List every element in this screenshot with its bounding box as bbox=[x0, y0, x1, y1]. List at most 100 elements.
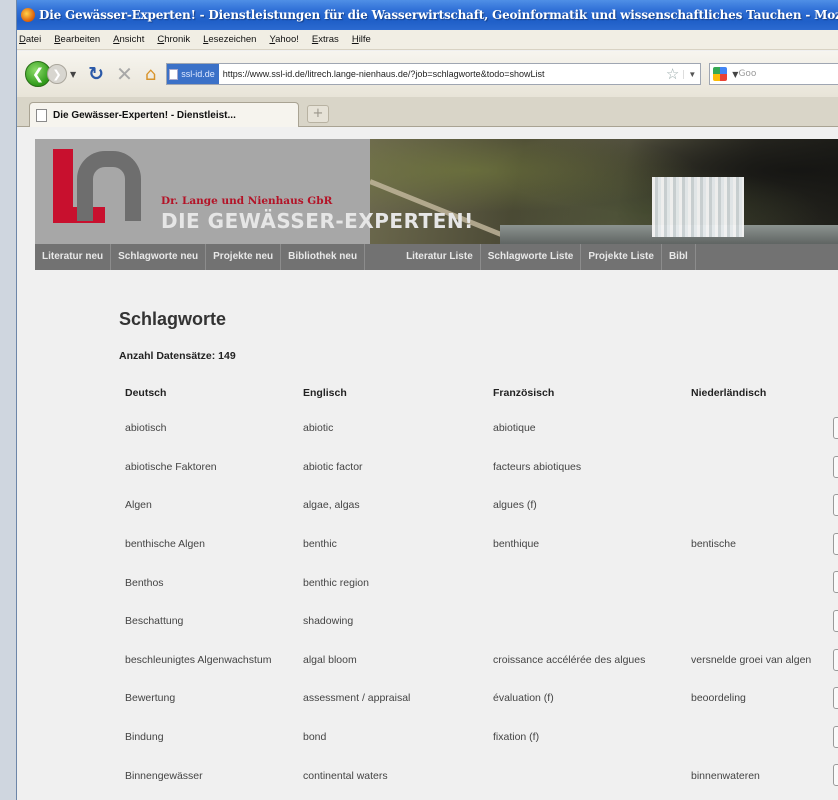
row-edit-button[interactable] bbox=[833, 725, 838, 748]
tab-label: Die Gewässer-Experten! - Dienstleist... bbox=[53, 109, 236, 121]
cell-deutsch: abiotisch bbox=[125, 422, 167, 435]
cell-niederlaendisch: binnenwateren bbox=[691, 769, 760, 782]
row-edit-button[interactable] bbox=[833, 532, 838, 555]
cell-englisch: benthic region bbox=[303, 576, 369, 589]
table-row: abiotische Faktoren abiotic factor facteur… bbox=[119, 448, 838, 487]
table-row: Bindung bond fixation (f) bbox=[119, 718, 838, 757]
cell-englisch: abiotic factor bbox=[303, 460, 363, 473]
nav-bibliothek-neu[interactable]: Bibliothek neu bbox=[281, 244, 366, 270]
tab-strip: Die Gewässer-Experten! - Dienstleist... … bbox=[17, 97, 838, 127]
table-row: Bewertung assessment / appraisal évaluatio… bbox=[119, 679, 838, 718]
nav-literatur-liste[interactable]: Literatur Liste bbox=[399, 244, 481, 270]
cell-englisch: bond bbox=[303, 731, 327, 744]
new-tab-button[interactable]: + bbox=[307, 105, 329, 123]
record-count: Anzahl Datensätze: 149 bbox=[119, 350, 236, 362]
row-edit-button[interactable] bbox=[833, 648, 838, 671]
cell-deutsch: Binnengewässer bbox=[125, 769, 203, 782]
site-navigation: Literatur neu Schlagworte neu Projekte n… bbox=[35, 244, 838, 270]
row-edit-button[interactable] bbox=[833, 764, 838, 787]
url-text[interactable]: https://www.ssl-id.de/litrech.lange-nien… bbox=[223, 69, 662, 79]
cell-deutsch: Algen bbox=[125, 499, 152, 512]
site-identity-badge[interactable]: ssl-id.de bbox=[167, 64, 219, 84]
nav-bibliothek-liste[interactable]: Bibl bbox=[662, 244, 696, 270]
table-body: abiotisch abiotic abiotique abiotische Fakt… bbox=[119, 409, 838, 795]
page-content: Dr. Lange und Nienhaus GbR DIE GEWÄSSER-… bbox=[17, 127, 838, 800]
home-icon[interactable]: ⌂ bbox=[145, 64, 156, 85]
cell-deutsch: Beschattung bbox=[125, 615, 184, 628]
cell-deutsch: benthische Algen bbox=[125, 538, 205, 551]
header-englisch: Englisch bbox=[303, 387, 347, 399]
cell-niederlaendisch: bentische bbox=[691, 538, 736, 551]
cell-deutsch: Bindung bbox=[125, 731, 164, 744]
cell-franzoesisch: facteurs abiotiques bbox=[493, 460, 582, 473]
cell-franzoesisch: évaluation (f) bbox=[493, 692, 554, 705]
row-edit-button[interactable] bbox=[833, 571, 838, 594]
header-niederlaendisch: Niederländisch bbox=[691, 387, 767, 399]
cell-franzoesisch: benthique bbox=[493, 538, 540, 551]
nav-projekte-liste[interactable]: Projekte Liste bbox=[581, 244, 662, 270]
cell-franzoesisch: croissance accélérée des algues bbox=[493, 653, 646, 666]
menu-extras[interactable]: Extras bbox=[312, 34, 339, 45]
table-header: Deutsch Englisch Französisch Niederländi… bbox=[119, 379, 838, 409]
cell-franzoesisch: fixation (f) bbox=[493, 731, 540, 744]
nav-schlagworte-liste[interactable]: Schlagworte Liste bbox=[481, 244, 582, 270]
table-row: benthische Algen benthic benthique bentisch… bbox=[119, 525, 838, 564]
table-row: Benthos benthic region bbox=[119, 563, 838, 602]
history-dropdown-icon[interactable]: ▼ bbox=[70, 70, 76, 79]
photo-waterfall bbox=[652, 177, 744, 237]
menu-datei[interactable]: Datei bbox=[19, 34, 41, 45]
menu-lesezeichen[interactable]: Lesezeichen bbox=[203, 34, 256, 45]
cell-niederlaendisch: beoordeling bbox=[691, 692, 746, 705]
url-bar[interactable]: ssl-id.de https://www.ssl-id.de/litrech.… bbox=[166, 63, 702, 85]
arrow-right-icon: ❯ bbox=[52, 67, 62, 81]
cell-englisch: algal bloom bbox=[303, 653, 357, 666]
table-row: Beschattung shadowing bbox=[119, 602, 838, 641]
nav-spacer bbox=[365, 244, 399, 270]
cell-deutsch: beschleunigtes Algenwachstum bbox=[125, 653, 272, 666]
logo-n-shape bbox=[77, 151, 141, 221]
table-row: abiotisch abiotic abiotique bbox=[119, 409, 838, 448]
row-edit-button[interactable] bbox=[833, 494, 838, 517]
row-edit-button[interactable] bbox=[833, 455, 838, 478]
search-box[interactable]: ▼ Goo bbox=[709, 63, 838, 85]
cell-englisch: continental waters bbox=[303, 769, 388, 782]
google-icon bbox=[713, 67, 728, 81]
page-icon bbox=[36, 108, 47, 122]
cell-englisch: benthic bbox=[303, 538, 337, 551]
row-edit-button[interactable] bbox=[833, 417, 838, 439]
page-title: Schlagworte bbox=[119, 309, 227, 329]
firm-name: Dr. Lange und Nienhaus GbR bbox=[161, 195, 333, 207]
menu-bearbeiten[interactable]: Bearbeiten bbox=[54, 34, 100, 45]
page-icon bbox=[169, 68, 179, 80]
table-row: beschleunigtes Algenwachstum algal bloom c… bbox=[119, 641, 838, 680]
reload-icon[interactable]: ↻ bbox=[88, 63, 104, 85]
cell-niederlaendisch: versnelde groei van algen bbox=[691, 653, 812, 666]
site-badge-label: ssl-id.de bbox=[181, 69, 215, 79]
url-dropdown-icon[interactable]: ▼ bbox=[683, 69, 700, 79]
cell-englisch: abiotic bbox=[303, 422, 334, 435]
menu-ansicht[interactable]: Ansicht bbox=[113, 34, 144, 45]
nav-projekte-neu[interactable]: Projekte neu bbox=[206, 244, 282, 270]
menu-bar: Datei Bearbeiten Ansicht Chronik Lesezei… bbox=[17, 30, 838, 50]
header-deutsch: Deutsch bbox=[125, 387, 167, 399]
tab-active[interactable]: Die Gewässer-Experten! - Dienstleist... bbox=[29, 102, 299, 127]
row-edit-button[interactable] bbox=[833, 687, 838, 710]
table-row: Algen algae, algas algues (f) bbox=[119, 486, 838, 525]
bookmark-star-icon[interactable]: ☆ bbox=[666, 65, 679, 83]
nav-literatur-neu[interactable]: Literatur neu bbox=[35, 244, 112, 270]
menu-chronik[interactable]: Chronik bbox=[157, 34, 190, 45]
stop-icon[interactable]: ✕ bbox=[116, 62, 133, 86]
row-edit-button[interactable] bbox=[833, 609, 838, 632]
cell-englisch: algae, algas bbox=[303, 499, 360, 512]
menu-hilfe[interactable]: Hilfe bbox=[352, 34, 371, 45]
menu-yahoo[interactable]: Yahoo! bbox=[269, 34, 298, 45]
nav-schlagworte-neu[interactable]: Schlagworte neu bbox=[111, 244, 207, 270]
cell-deutsch: abiotische Faktoren bbox=[125, 460, 217, 473]
site-header: Dr. Lange und Nienhaus GbR DIE GEWÄSSER-… bbox=[35, 139, 838, 244]
forward-button[interactable]: ❯ bbox=[47, 64, 67, 84]
firefox-icon bbox=[21, 8, 35, 22]
window-title: Die Gewässer-Experten! - Dienstleistunge… bbox=[39, 8, 838, 22]
header-franzoesisch: Französisch bbox=[493, 387, 555, 399]
cell-englisch: assessment / appraisal bbox=[303, 692, 411, 705]
cell-franzoesisch: algues (f) bbox=[493, 499, 537, 512]
